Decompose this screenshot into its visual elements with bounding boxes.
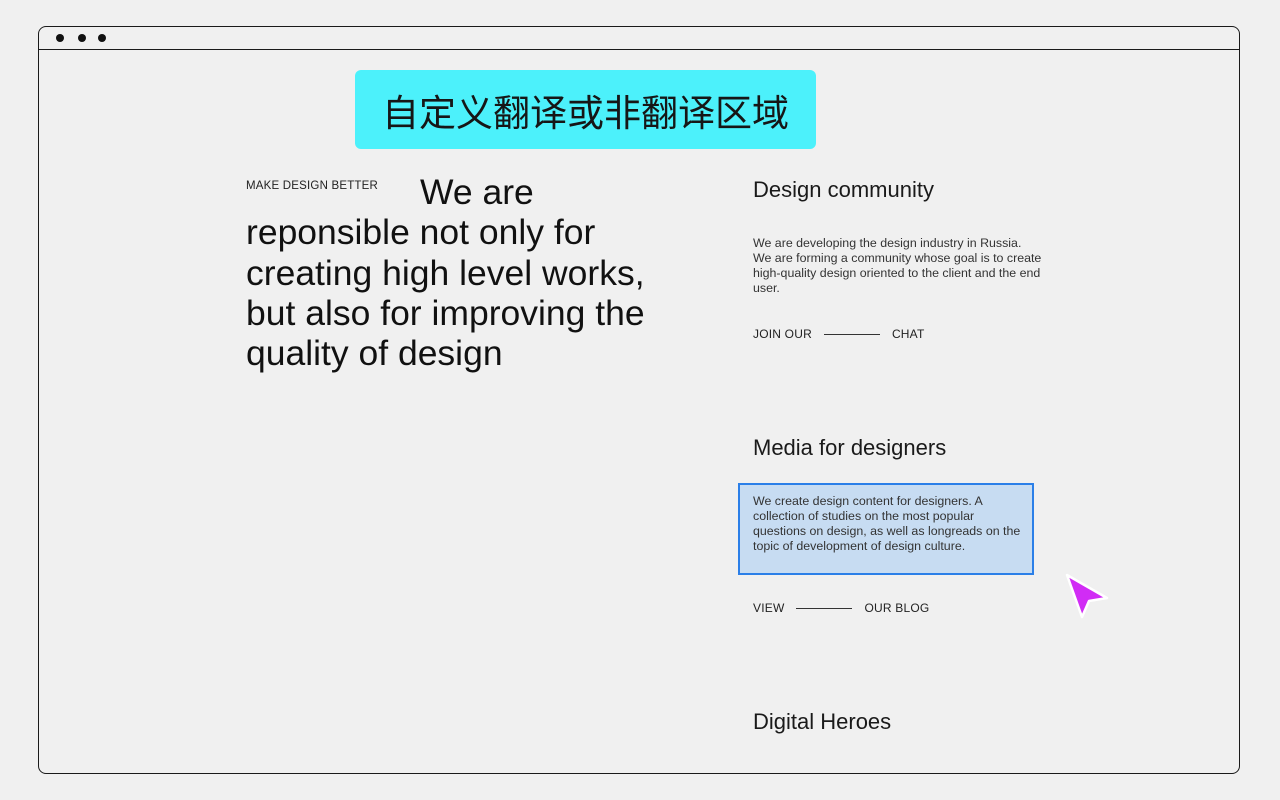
section-body-design-community: We are developing the design industry in… [753,236,1042,295]
link-divider-line [796,607,853,609]
link-divider-line [823,333,880,335]
section-body-media-for-designers[interactable]: We create design content for designers. … [753,494,1028,554]
section-title-design-community: Design community [753,177,934,202]
section-title-media-for-designers: Media for designers [753,435,947,460]
join-chat-link-right[interactable]: CHAT [892,327,925,341]
view-blog-link-right[interactable]: OUR BLOG [864,601,929,615]
translation-region-banner: 自定义翻译或非翻译区域 [355,70,816,149]
window-titlebar [39,27,1239,50]
window-maximize-dot-icon[interactable] [98,34,106,42]
pointer-arrow-icon [1065,573,1109,619]
join-chat-link-left[interactable]: JOIN OUR [753,327,812,341]
hero-headline: We are reponsible not only for creating … [246,172,645,374]
join-chat-link[interactable]: JOIN OUR CHAT [753,327,925,341]
window-minimize-dot-icon[interactable] [78,34,86,42]
view-blog-link[interactable]: VIEW OUR BLOG [753,601,929,615]
window-close-dot-icon[interactable] [56,34,64,42]
view-blog-link-left[interactable]: VIEW [753,601,784,615]
section-title-digital-heroes: Digital Heroes [753,709,892,734]
